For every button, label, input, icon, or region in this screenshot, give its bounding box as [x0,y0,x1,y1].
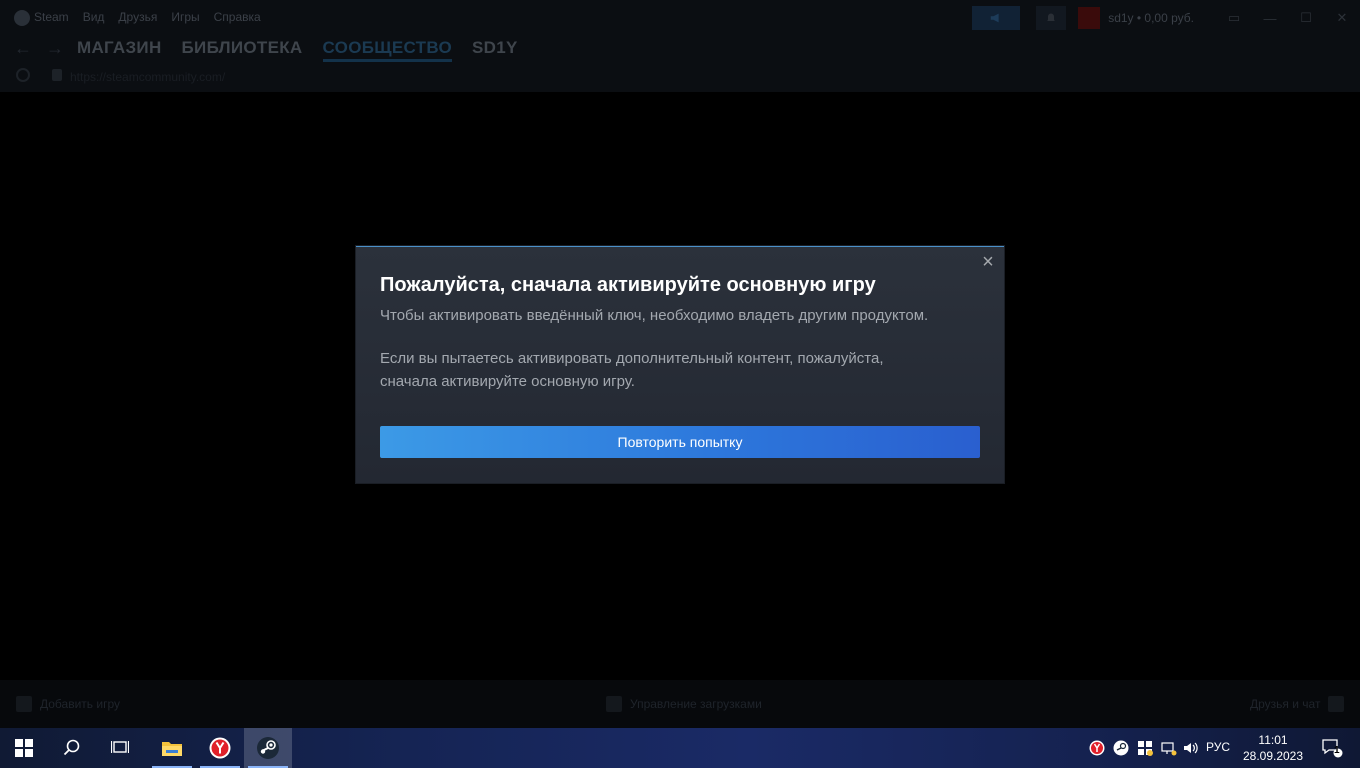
chat-icon [1328,696,1345,712]
menu-help[interactable]: Справка [214,10,261,26]
action-center-button[interactable]: 1 [1312,728,1352,768]
dialog-title: Пожалуйста, сначала активируйте основную… [380,274,876,296]
nav-store[interactable]: МАГАЗИН [77,38,162,62]
dialog-text-line-2: Если вы пытаетесь активировать дополните… [380,350,884,367]
add-game-label: Добавить игру [40,697,120,711]
start-button[interactable] [0,728,48,768]
download-icon [606,696,622,712]
title-bar: Steam Вид Друзья Игры Справка sd1y • 0,0… [0,0,1360,36]
file-explorer-button[interactable] [148,728,196,768]
tray-network-icon[interactable] [1160,728,1178,768]
back-arrow-icon[interactable]: ← [14,38,32,59]
nav-library[interactable]: БИБЛИОТЕКА [182,38,303,62]
steam-taskbar-button[interactable] [244,728,292,768]
add-game-button[interactable]: Добавить игру [16,696,120,712]
friends-chat-button[interactable]: Друзья и чат [1250,696,1345,712]
avatar[interactable] [1078,7,1101,29]
yandex-browser-button[interactable] [196,728,244,768]
maximize-button[interactable]: ☐ [1288,6,1324,30]
downloads-button[interactable]: Управление загрузками [606,696,762,712]
search-icon [63,739,80,756]
steam-logo-icon [14,10,30,26]
windows-logo-icon [15,739,33,757]
user-account-menu[interactable]: sd1y • 0,00 руб. [1108,11,1194,25]
tray-volume-icon[interactable] [1182,728,1200,768]
big-picture-icon[interactable]: ▭ [1216,6,1252,30]
clock[interactable]: 11:01 28.09.2023 [1240,732,1306,764]
activation-error-dialog: × Пожалуйста, сначала активируйте основн… [356,246,1004,483]
tray-yandex-icon[interactable] [1088,728,1106,768]
close-window-button[interactable]: ✕ [1324,6,1360,30]
dialog-text-line-1: Чтобы активировать введённый ключ, необх… [380,307,929,324]
forward-arrow-icon[interactable]: → [46,38,64,59]
menu-games[interactable]: Игры [171,10,199,26]
task-view-button[interactable] [96,728,144,768]
main-nav: ← → МАГАЗИН БИБЛИОТЕКА СООБЩЕСТВО SD1Y [0,36,1360,62]
taskbar: РУС 11:01 28.09.2023 1 [0,728,1360,768]
downloads-label: Управление загрузками [630,697,762,711]
reload-icon[interactable] [16,68,30,82]
clock-date: 28.09.2023 [1242,749,1304,763]
dialog-text-line-3: сначала активируйте основную игру. [380,373,635,390]
bell-icon [1047,13,1055,21]
menu-steam[interactable]: Steam [14,10,69,26]
top-right-controls: sd1y • 0,00 руб. ▭ — ☐ ✕ [972,6,1360,30]
tray-steam-icon[interactable] [1112,728,1130,768]
tray-security-icon[interactable] [1136,728,1154,768]
nav-community[interactable]: СООБЩЕСТВО [322,38,453,62]
folder-icon [162,742,182,756]
nav-links: МАГАЗИН БИБЛИОТЕКА СООБЩЕСТВО SD1Y [77,38,518,62]
notifications-button[interactable] [1036,6,1067,30]
language-indicator[interactable]: РУС [1206,740,1230,754]
bottom-bar: Добавить игру Управление загрузками Друз… [0,680,1360,728]
minimize-button[interactable]: — [1252,6,1288,30]
steam-icon [257,737,279,759]
notification-count: 1 [1334,745,1340,756]
clock-time: 11:01 [1258,733,1288,747]
menu-bar: Steam Вид Друзья Игры Справка [14,10,261,26]
megaphone-icon [990,13,999,23]
search-button[interactable] [48,728,96,768]
nav-profile[interactable]: SD1Y [472,38,518,62]
menu-view[interactable]: Вид [83,10,105,26]
task-view-icon [111,741,129,753]
close-icon[interactable]: × [980,252,996,272]
menu-friends[interactable]: Друзья [118,10,157,26]
lock-icon [52,69,62,81]
retry-button[interactable]: Повторить попытку [380,426,980,458]
announcements-button[interactable] [972,6,1021,30]
url-bar: https://steamcommunity.com/ [0,62,1360,92]
url-text: https://steamcommunity.com/ [70,70,226,84]
plus-icon [16,696,32,712]
friends-chat-label: Друзья и чат [1250,697,1321,711]
yandex-browser-icon [209,737,231,759]
